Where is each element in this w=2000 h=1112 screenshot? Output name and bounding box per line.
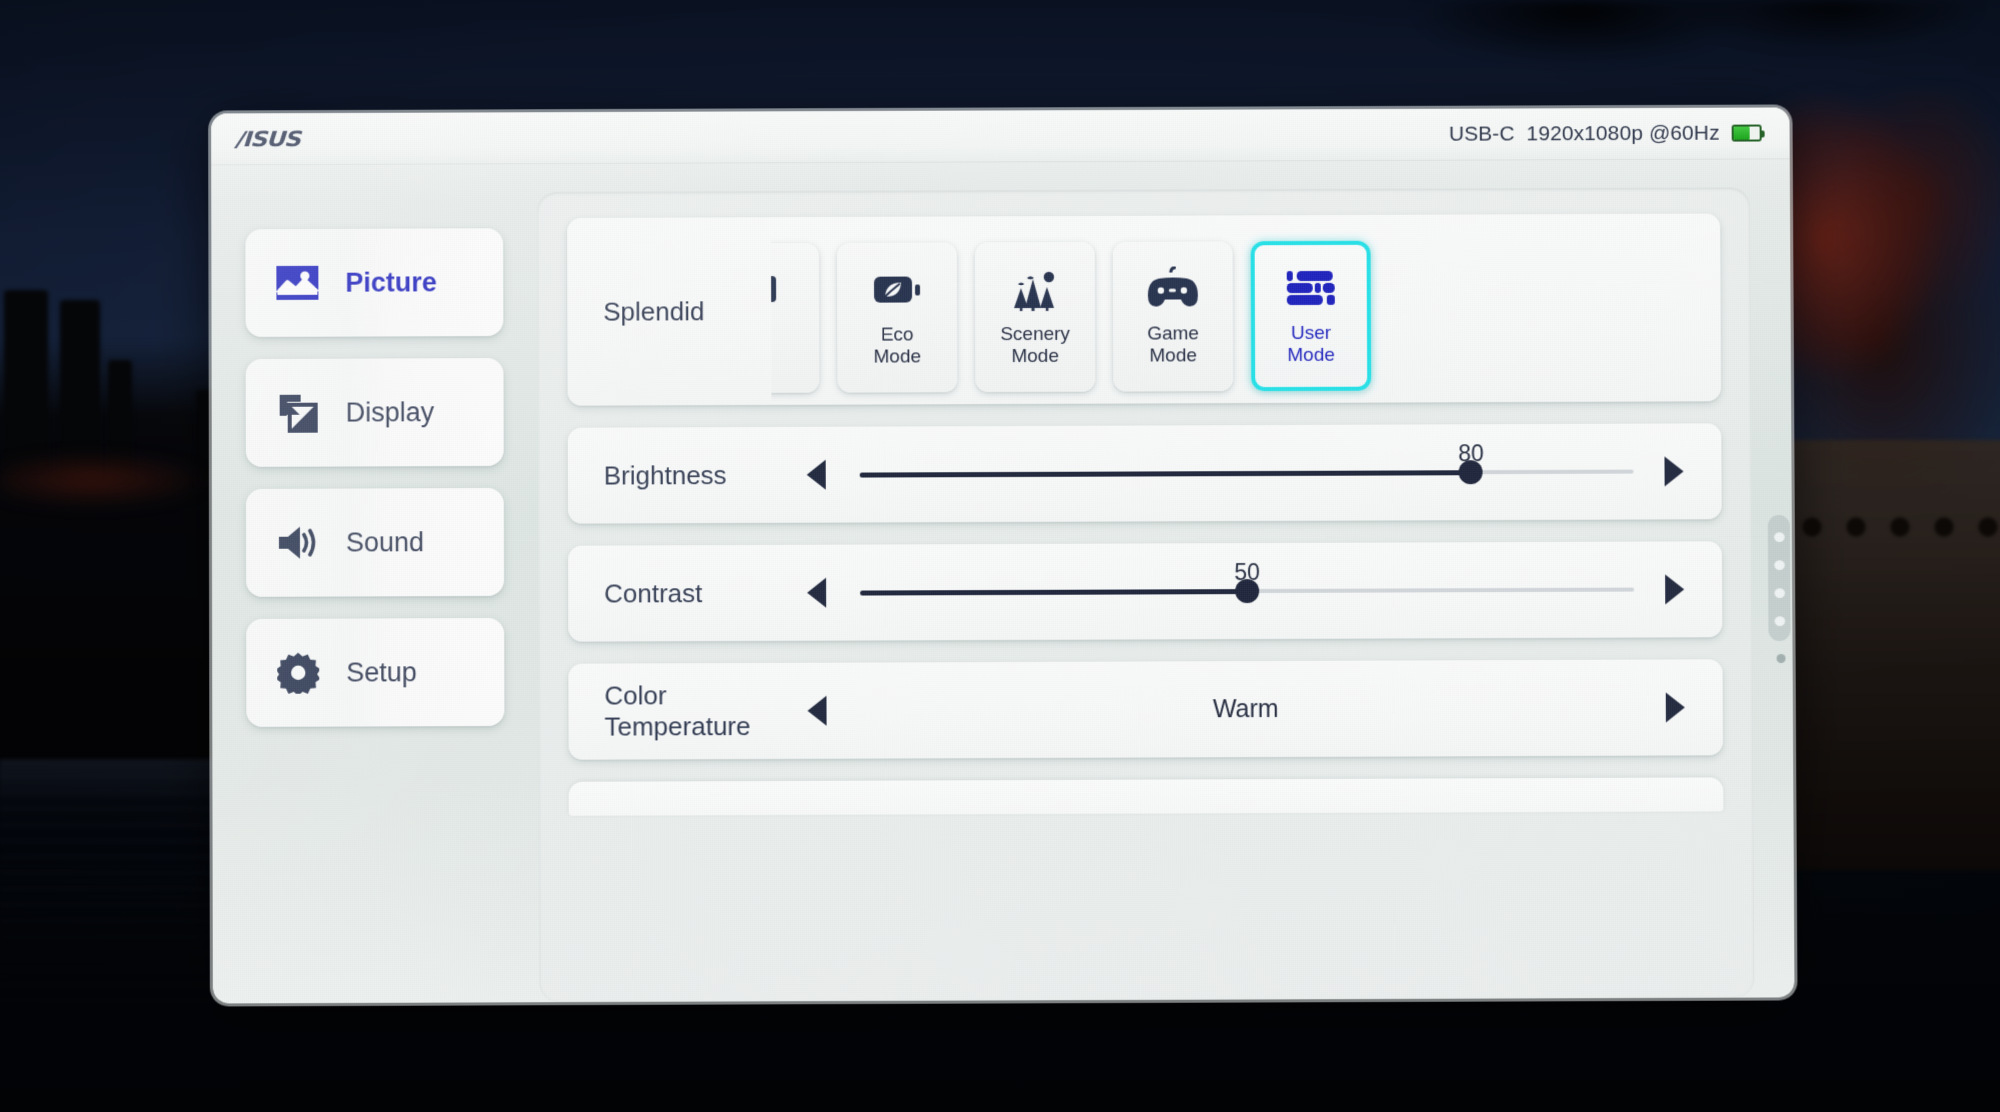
color-temperature-value: Warm — [1212, 694, 1279, 723]
sidebar-item-label: Picture — [345, 266, 437, 298]
color-temperature-label: Color Temperature — [604, 680, 751, 742]
speaker-icon — [276, 521, 320, 565]
sidebar-item-label: Display — [345, 396, 435, 428]
scenery-icon — [1007, 266, 1063, 312]
color-temperature-previous-button[interactable] — [794, 689, 838, 733]
contrast-increase-button[interactable] — [1652, 567, 1696, 611]
scroll-pager[interactable] — [1767, 514, 1791, 642]
source-info-label: USB-C 1920x1080p @60Hz — [1448, 121, 1720, 146]
osd-top-bar: /ISUS USB-C 1920x1080p @60Hz — [211, 107, 1790, 166]
chevron-left-icon — [806, 695, 827, 726]
mode-tile-eco[interactable]: Eco Mode — [836, 242, 958, 393]
pager-extra-dot[interactable] — [1776, 654, 1786, 664]
contrast-row: Contrast 50 — [567, 541, 1723, 642]
osd-body: Picture Display Sound Setup Splendid Eco… — [211, 159, 1794, 1003]
sliders-icon — [1285, 265, 1337, 311]
theater-icon — [770, 267, 782, 313]
sidebar: Picture Display Sound Setup — [245, 192, 505, 1003]
slider-thumb[interactable] — [1458, 460, 1484, 485]
color-temperature-row: Color Temperature Warm — [568, 659, 1724, 760]
brightness-increase-button[interactable] — [1651, 449, 1695, 493]
color-temperature-next-button[interactable] — [1653, 685, 1697, 729]
eco-icon — [871, 267, 923, 313]
battery-fill — [1733, 126, 1750, 140]
mode-tile-theater[interactable]: er — [770, 242, 820, 394]
pager-dot[interactable] — [1773, 586, 1785, 598]
warm-glow — [0, 450, 230, 510]
mode-tile-user[interactable]: User Mode — [1250, 240, 1372, 392]
gear-icon — [276, 651, 320, 695]
balustrade-medallions — [1800, 512, 2000, 542]
pager-dot[interactable] — [1773, 530, 1785, 542]
sidebar-item-label: Setup — [346, 656, 417, 688]
slider-thumb[interactable] — [1235, 579, 1260, 604]
silhouette-slab — [60, 300, 100, 475]
monitor-osd-screen: /ISUS USB-C 1920x1080p @60Hz Picture Dis… — [211, 107, 1795, 1004]
contrast-decrease-button[interactable] — [794, 571, 838, 615]
sidebar-item-picture[interactable]: Picture — [245, 228, 504, 338]
sidebar-item-label: Sound — [345, 526, 425, 558]
next-setting-row-partial[interactable] — [568, 777, 1724, 816]
gamepad-icon — [1145, 266, 1201, 312]
sidebar-item-setup[interactable]: Setup — [246, 617, 505, 727]
splendid-label: Splendid — [603, 295, 705, 327]
chevron-left-icon — [806, 577, 826, 608]
silhouette-slab — [4, 290, 48, 470]
mode-tile-label: Game Mode — [1147, 323, 1199, 367]
splendid-row: Splendid er — [567, 213, 1722, 406]
chevron-right-icon — [1663, 456, 1684, 487]
splendid-mode-strip[interactable]: er EcoMode — [770, 214, 1721, 405]
slider-fill — [860, 588, 1248, 596]
battery-icon — [1731, 124, 1762, 142]
brightness-row: Brightness 80 — [567, 423, 1722, 524]
mode-tile-game[interactable]: Game Mode — [1112, 241, 1234, 392]
mode-tile-label: User Mode — [1287, 323, 1335, 366]
contrast-slider[interactable]: 50 — [860, 559, 1635, 623]
settings-panel: Splendid er — [536, 187, 1755, 1003]
chevron-right-icon — [1664, 574, 1684, 605]
asus-logo: /ISUS — [235, 126, 303, 151]
brightness-slider[interactable]: 80 — [859, 440, 1634, 505]
stone-arch — [1790, 440, 2000, 870]
sidebar-item-sound[interactable]: Sound — [245, 487, 505, 597]
mode-tile-label: Eco Mode — [873, 324, 922, 368]
mode-tile-scenery[interactable]: Scenery Mode — [974, 241, 1096, 393]
mode-tile-label: Scenery Mode — [1000, 324, 1071, 368]
brightness-decrease-button[interactable] — [794, 453, 838, 497]
contrast-label: Contrast — [604, 577, 703, 609]
chevron-left-icon — [806, 459, 826, 490]
picture-icon — [275, 261, 319, 305]
slider-fill — [859, 469, 1472, 478]
brightness-label: Brightness — [603, 459, 727, 491]
pager-dot[interactable] — [1773, 614, 1785, 626]
display-icon — [276, 391, 320, 435]
sidebar-item-display[interactable]: Display — [245, 358, 504, 467]
chevron-right-icon — [1665, 692, 1685, 723]
status-cluster: USB-C 1920x1080p @60Hz — [1449, 121, 1762, 146]
pager-dot[interactable] — [1773, 558, 1785, 570]
